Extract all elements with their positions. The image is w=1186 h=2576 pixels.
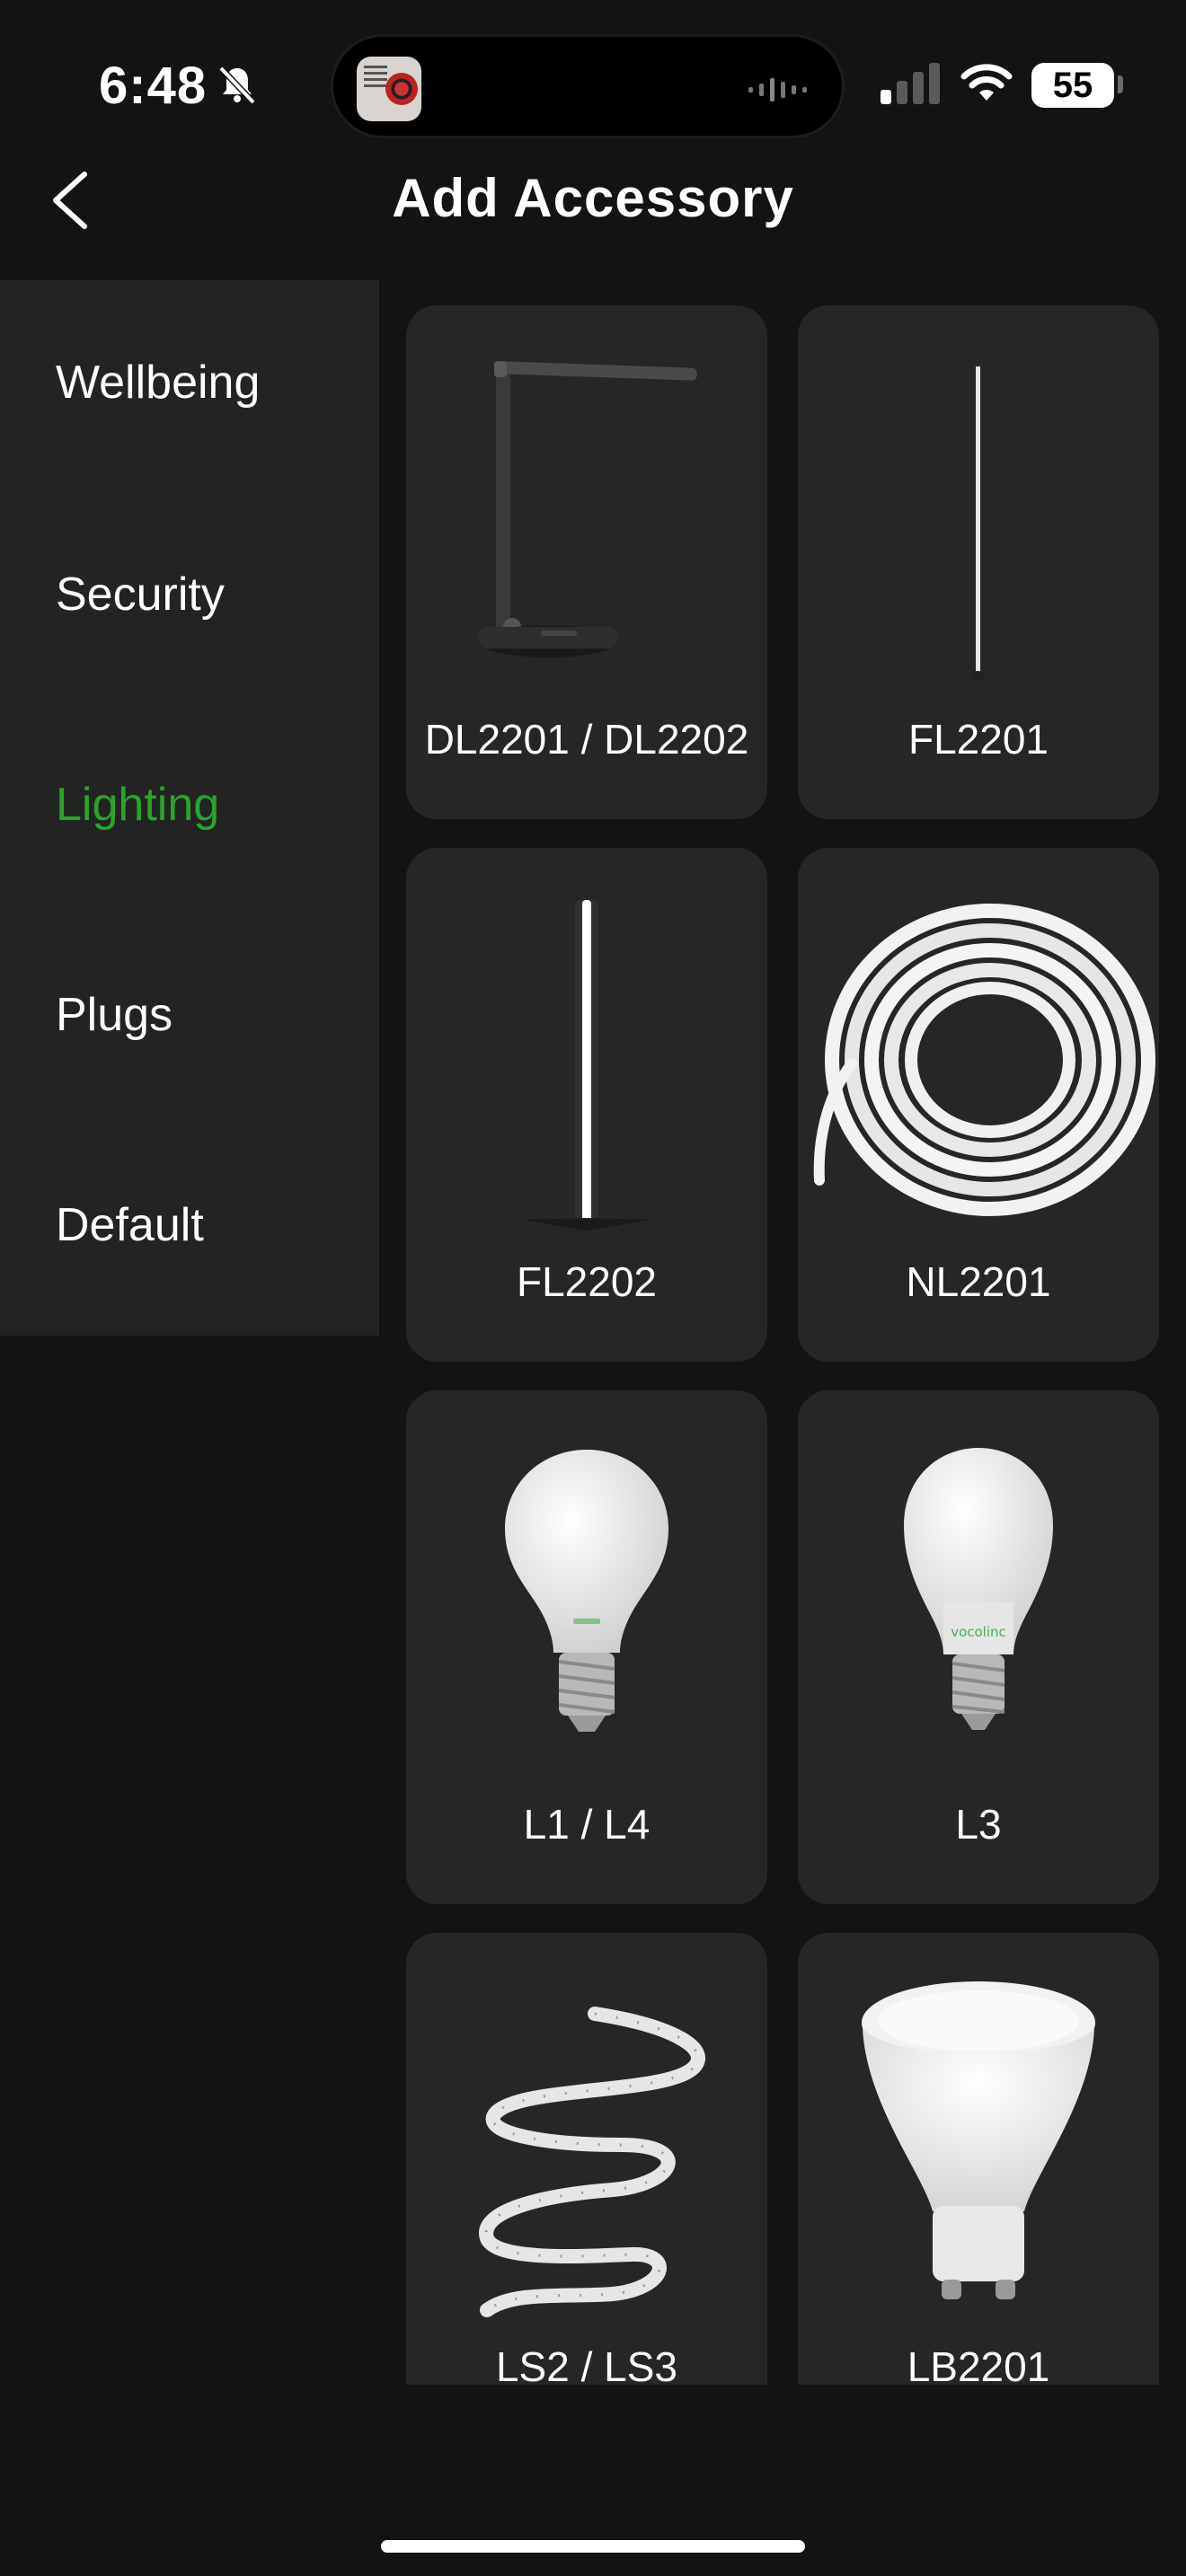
product-card-fl2201[interactable]: FL2201 — [798, 305, 1159, 819]
a21-bulb-image: vocolinc — [904, 1448, 1053, 1730]
product-label: FL2201 — [907, 716, 1049, 763]
light-strip-spiral-image — [479, 2007, 705, 2317]
neon-coil-image — [813, 904, 1155, 1216]
product-card-lb2201[interactable]: LB2201 — [798, 1933, 1159, 2385]
product-card-nl2201[interactable]: NL2201 — [798, 848, 1159, 1362]
product-card-l3[interactable]: vocolinc L3 — [798, 1390, 1159, 1904]
product-label: L3 — [955, 1801, 1002, 1848]
floor-lamp-thin-image — [970, 366, 985, 680]
gu10-spot-bulb-image — [862, 1981, 1095, 2299]
product-label: LB2201 — [907, 2343, 1050, 2385]
product-label: L1 / L4 — [523, 1801, 651, 1848]
desk-lamp-image — [478, 361, 697, 657]
product-label: FL2202 — [516, 1258, 657, 1305]
product-label: LS2 / LS3 — [495, 2343, 678, 2385]
product-card-fl2202[interactable]: FL2202 — [406, 848, 767, 1362]
product-grid: DL2201 / DL2202 FL2201 FL2202 NL2201 L1 … — [0, 0, 1186, 2385]
a19-bulb-image — [505, 1450, 668, 1732]
add-accessory-screen: 6:48 55 Add Accessory Wellbeing Security… — [0, 0, 1186, 2576]
product-label: DL2201 / DL2202 — [424, 716, 749, 763]
product-card-ls2-ls3[interactable]: LS2 / LS3 — [406, 1933, 767, 2385]
product-label: NL2201 — [906, 1258, 1051, 1305]
home-indicator[interactable] — [381, 2540, 805, 2553]
product-card-dl2201[interactable]: DL2201 / DL2202 — [406, 305, 767, 819]
svg-text:vocolinc: vocolinc — [951, 1624, 1006, 1640]
product-card-l1-l4[interactable]: L1 / L4 — [406, 1390, 767, 1904]
floor-lamp-glow-image — [523, 900, 651, 1231]
